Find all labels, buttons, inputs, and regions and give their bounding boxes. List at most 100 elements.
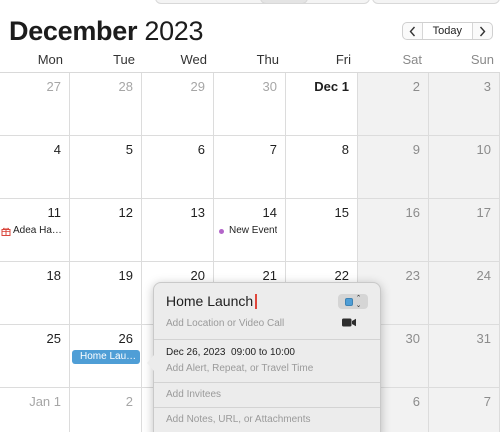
day-number: 13 [190, 205, 205, 220]
day-number: 29 [190, 79, 205, 94]
month-name: December [9, 16, 138, 46]
day-cell-mon[interactable]: 11 Adea Ha… [0, 199, 70, 262]
day-cell-sat[interactable]: 9 [358, 136, 429, 199]
event-title-text: Home Launch [166, 293, 254, 309]
day-cell-mon[interactable]: 18 [0, 262, 70, 325]
chevron-left-icon [409, 26, 415, 36]
video-camera-icon[interactable] [342, 318, 356, 327]
event-home-launch-selected[interactable]: Home Lau… [72, 350, 140, 364]
day-number: 4 [53, 142, 61, 157]
day-cell-wed[interactable]: 6 [142, 136, 214, 199]
weekday-wed: Wed [180, 52, 208, 67]
day-number: 7 [269, 142, 277, 157]
day-number: 19 [118, 268, 133, 283]
day-cell-mon[interactable]: 25 [0, 325, 70, 388]
calendar-color-swatch-icon [344, 297, 353, 306]
day-number: 28 [118, 79, 133, 94]
day-cell-tue[interactable]: 28 [70, 73, 142, 136]
day-number: Dec 1 [314, 79, 349, 94]
day-cell-fri[interactable]: 15 [286, 199, 358, 262]
day-cell-fri[interactable]: 8 [286, 136, 358, 199]
event-new-event[interactable]: New Event [215, 224, 277, 238]
day-cell-tue[interactable]: 5 [70, 136, 142, 199]
day-number: 2 [412, 79, 420, 94]
toolbar-strip [0, 0, 500, 6]
day-number: 18 [46, 268, 61, 283]
day-cell-thu[interactable]: 7 [214, 136, 286, 199]
weekday-thu: Thu [256, 52, 279, 67]
day-cell-thu[interactable]: 14 New Event [214, 199, 286, 262]
event-birthday[interactable]: Adea Ha… [1, 224, 62, 238]
day-cell-mon[interactable]: 4 [0, 136, 70, 199]
day-number: 15 [334, 205, 349, 220]
calendar-picker[interactable]: ⌃ ⌄ [338, 294, 368, 309]
day-number: 26 [118, 331, 133, 346]
weekday-mon: Mon [37, 52, 63, 67]
invitees-field[interactable]: Add Invitees [166, 389, 221, 400]
day-cell-sun[interactable]: 24 [429, 262, 500, 325]
event-label: Adea Ha… [13, 225, 62, 236]
day-cell-thu[interactable]: 30 [214, 73, 286, 136]
view-switcher-selected[interactable] [260, 0, 308, 4]
event-label: Home Lau… [80, 351, 137, 362]
day-number: 5 [125, 142, 133, 157]
day-number: 2 [125, 394, 133, 409]
day-cell-sat[interactable]: 16 [358, 199, 429, 262]
day-cell-mon[interactable]: Jan 1 [0, 388, 70, 432]
day-cell-tue[interactable]: 12 [70, 199, 142, 262]
gift-icon [1, 227, 11, 236]
location-field[interactable]: Add Location or Video Call [166, 318, 284, 329]
year: 2023 [144, 16, 204, 46]
day-number: 27 [46, 79, 61, 94]
day-cell-wed[interactable]: 13 [142, 199, 214, 262]
day-number: 10 [476, 142, 491, 157]
event-title-field[interactable]: Home Launch [166, 293, 258, 309]
day-cell-sun[interactable]: 17 [429, 199, 500, 262]
day-cell-wed[interactable]: 29 [142, 73, 214, 136]
day-cell-sun[interactable]: 7 [429, 388, 500, 432]
day-number: 24 [476, 268, 491, 283]
day-cell-sat[interactable]: 2 [358, 73, 429, 136]
day-number: 7 [483, 394, 491, 409]
day-number: 12 [118, 205, 133, 220]
day-number: 22 [334, 268, 349, 283]
day-number: Jan 1 [29, 394, 61, 409]
weekday-fri: Fri [335, 52, 351, 67]
day-cell-sun[interactable]: 31 [429, 325, 500, 388]
divider [154, 407, 380, 408]
calendar-window: December 2023 Today Mon Tue Wed Thu Fri … [0, 0, 500, 432]
divider [154, 382, 380, 383]
day-number: 6 [197, 142, 205, 157]
day-cell-fri[interactable]: Dec 1 [286, 73, 358, 136]
day-cell-tue[interactable]: 26 Home Lau… [70, 325, 142, 388]
day-number: 30 [262, 79, 277, 94]
date-navigation: Today [401, 22, 493, 40]
day-cell-sun[interactable]: 10 [429, 136, 500, 199]
weekday-sat: Sat [402, 52, 422, 67]
day-number: 9 [412, 142, 420, 157]
weekday-sun: Sun [470, 52, 494, 67]
day-number: 16 [405, 205, 420, 220]
chevron-right-icon [479, 26, 486, 36]
day-cell-tue[interactable]: 2 [70, 388, 142, 432]
day-number: 17 [476, 205, 491, 220]
event-popover: Home Launch ⌃ ⌄ Add Location or Video Cal… [147, 282, 381, 432]
previous-month-button[interactable] [403, 23, 422, 39]
day-number: 31 [476, 331, 491, 346]
day-cell-tue[interactable]: 19 [70, 262, 142, 325]
search-field[interactable] [372, 0, 500, 4]
today-button[interactable]: Today [421, 23, 473, 39]
day-number: 25 [46, 331, 61, 346]
day-number: 8 [341, 142, 349, 157]
day-number: 21 [262, 268, 277, 283]
next-month-button[interactable] [473, 23, 492, 39]
divider [154, 339, 380, 340]
day-number: 20 [190, 268, 205, 283]
alert-field[interactable]: Add Alert, Repeat, or Travel Time [166, 363, 313, 374]
event-datetime[interactable]: Dec 26, 2023 09:00 to 10:00 [166, 347, 295, 358]
day-cell-mon[interactable]: 27 [0, 73, 70, 136]
day-number: 14 [262, 205, 277, 220]
up-down-chevron-icon: ⌃ ⌄ [355, 294, 362, 309]
day-cell-sun[interactable]: 3 [429, 73, 500, 136]
notes-field[interactable]: Add Notes, URL, or Attachments [166, 414, 311, 425]
